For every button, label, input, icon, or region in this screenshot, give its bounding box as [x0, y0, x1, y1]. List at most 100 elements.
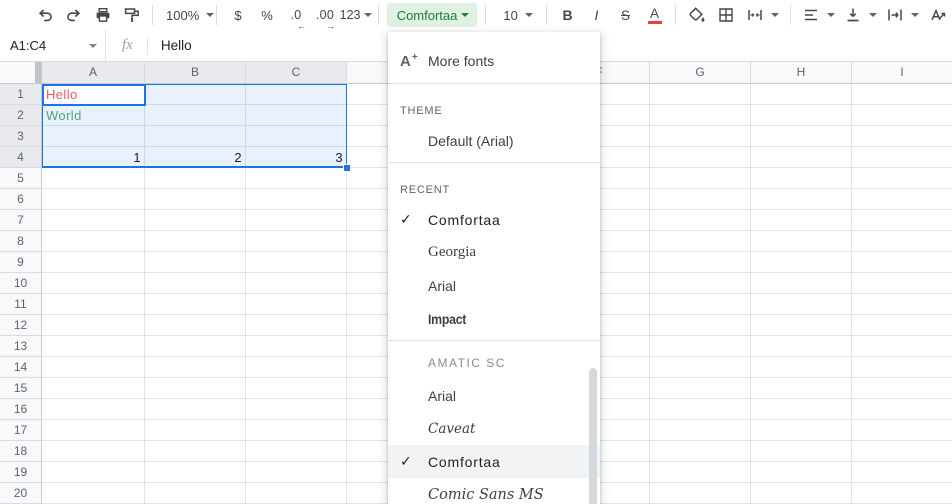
merge-cells-button[interactable] — [741, 2, 783, 28]
row-header-17[interactable]: 17 — [0, 420, 42, 441]
fill-color-icon — [687, 6, 706, 24]
borders-icon — [717, 6, 735, 24]
select-all-corner[interactable] — [0, 62, 42, 84]
column-header-I[interactable]: I — [852, 62, 952, 84]
font-option-arial[interactable]: Arial — [388, 269, 600, 302]
row-header-5[interactable]: 5 — [0, 168, 42, 189]
text-wrap-icon — [886, 6, 904, 24]
toolbar-divider — [216, 5, 217, 25]
text-rotation-button[interactable] — [924, 2, 951, 28]
font-option-arial[interactable]: Arial — [388, 379, 600, 412]
column-header-C[interactable]: C — [246, 62, 347, 84]
undo-button[interactable] — [31, 2, 58, 28]
font-option-georgia[interactable]: Georgia — [388, 236, 600, 269]
text-wrapping-button[interactable] — [882, 2, 922, 28]
font-option-comic-sans-ms[interactable]: Comic Sans MS — [388, 478, 600, 504]
font-option-default-arial-[interactable]: Default (Arial) — [388, 124, 600, 157]
row-header-19[interactable]: 19 — [0, 462, 42, 483]
column-header-A[interactable]: A — [42, 62, 145, 84]
row-header-15[interactable]: 15 — [0, 378, 42, 399]
increase-decimal-button[interactable]: .00 → — [311, 2, 338, 28]
undo-icon — [36, 6, 54, 24]
divider — [147, 37, 148, 55]
chevron-down-icon — [911, 13, 919, 17]
row-header-12[interactable]: 12 — [0, 315, 42, 336]
row-header-11[interactable]: 11 — [0, 294, 42, 315]
row-header-8[interactable]: 8 — [0, 231, 42, 252]
cell-A4[interactable]: 1 — [42, 147, 145, 168]
cell-A1[interactable]: Hello — [42, 84, 145, 105]
chevron-down-icon — [461, 13, 469, 17]
vertical-align-button[interactable] — [840, 2, 880, 28]
toolbar: 100% $ % .0 ← .00 → 123 Comfortaa 10 B I… — [0, 0, 952, 30]
font-option-label: Amatic SC — [428, 356, 506, 370]
row-header-2[interactable]: 2 — [0, 105, 42, 126]
toolbar-divider — [546, 5, 547, 25]
fx-icon: fx — [122, 37, 133, 54]
gridline — [851, 84, 852, 504]
format-currency-button[interactable]: $ — [224, 2, 251, 28]
menu-item-more-fonts[interactable]: A+More fonts — [388, 44, 600, 78]
font-option-comfortaa[interactable]: ✓Comfortaa — [388, 203, 600, 236]
gridline — [750, 84, 751, 504]
horizontal-align-button[interactable] — [798, 2, 838, 28]
column-header-H[interactable]: H — [751, 62, 852, 84]
decrease-decimal-button[interactable]: .0 ← — [282, 2, 309, 28]
font-family-select[interactable]: Comfortaa — [387, 3, 478, 27]
row-header-18[interactable]: 18 — [0, 441, 42, 462]
chevron-down-icon — [89, 44, 97, 48]
add-font-icon: A+ — [400, 53, 428, 70]
text-color-button[interactable]: A — [641, 2, 668, 28]
font-option-label: Arial — [428, 278, 456, 294]
row-header-1[interactable]: 1 — [0, 84, 42, 105]
strikethrough-button[interactable]: S — [612, 2, 639, 28]
name-box[interactable]: A1:C4 — [0, 30, 105, 61]
font-option-impact[interactable]: Impact — [388, 302, 600, 335]
menu-divider — [388, 83, 600, 84]
divider — [105, 30, 106, 62]
font-option-comfortaa[interactable]: ✓Comfortaa — [388, 445, 600, 478]
cell-A2[interactable]: World — [42, 105, 145, 126]
more-formats-button[interactable]: 123 — [340, 2, 370, 28]
more-formats-label: 123 — [340, 8, 361, 22]
borders-button[interactable] — [712, 2, 739, 28]
chevron-down-icon — [869, 13, 877, 17]
format-percent-button[interactable]: % — [253, 2, 280, 28]
italic-button[interactable]: I — [583, 2, 610, 28]
cell-B4[interactable]: 2 — [145, 147, 246, 168]
row-header-6[interactable]: 6 — [0, 189, 42, 210]
font-size-select[interactable]: 10 — [493, 2, 539, 28]
row-header-9[interactable]: 9 — [0, 252, 42, 273]
font-option-label: Comic Sans MS — [428, 487, 544, 503]
paint-format-button[interactable] — [118, 2, 145, 28]
print-button[interactable] — [89, 2, 116, 28]
row-header-16[interactable]: 16 — [0, 399, 42, 420]
row-header-4[interactable]: 4 — [0, 147, 42, 168]
font-menu-items: A+More fontsTHEMEDefault (Arial)RECENT✓C… — [388, 44, 600, 504]
fill-handle[interactable] — [343, 164, 351, 172]
row-header-13[interactable]: 13 — [0, 336, 42, 357]
column-header-B[interactable]: B — [145, 62, 246, 84]
cell-C4[interactable]: 3 — [246, 147, 347, 168]
font-option-caveat[interactable]: Caveat — [388, 412, 600, 445]
row-header-20[interactable]: 20 — [0, 483, 42, 504]
align-bottom-icon — [844, 6, 862, 24]
merge-cells-icon — [746, 6, 764, 24]
font-option-amatic-sc[interactable]: Amatic SC — [388, 346, 600, 379]
column-header-G[interactable]: G — [650, 62, 751, 84]
row-header-14[interactable]: 14 — [0, 357, 42, 378]
row-header-3[interactable]: 3 — [0, 126, 42, 147]
font-size-value: 10 — [503, 8, 517, 23]
row-header-10[interactable]: 10 — [0, 273, 42, 294]
font-option-label: More fonts — [428, 53, 494, 69]
zoom-select[interactable]: 100% — [160, 2, 209, 28]
font-family-value: Comfortaa — [397, 8, 458, 23]
bold-button[interactable]: B — [554, 2, 581, 28]
toolbar-divider — [790, 5, 791, 25]
row-header-7[interactable]: 7 — [0, 210, 42, 231]
redo-button[interactable] — [60, 2, 87, 28]
toolbar-divider — [675, 5, 676, 25]
menu-scrollbar[interactable] — [589, 368, 597, 504]
fill-color-button[interactable] — [683, 2, 710, 28]
menu-divider — [388, 162, 600, 163]
